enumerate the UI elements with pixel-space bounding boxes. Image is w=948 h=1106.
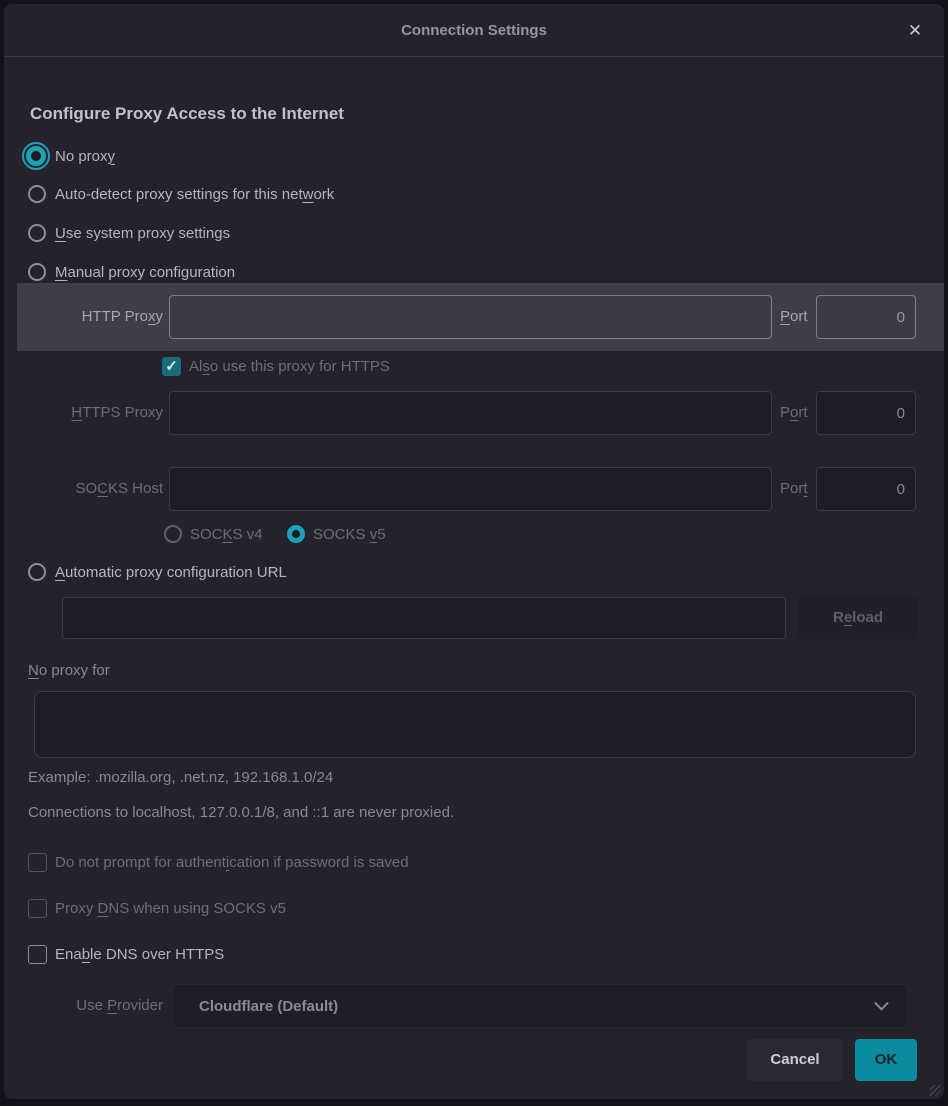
radio-no-proxy-label: No proxy — [55, 148, 115, 165]
page-title: Configure Proxy Access to the Internet — [30, 104, 344, 124]
checkbox-proxy-dns-socks5: Proxy DNS when using SOCKS v5 — [28, 894, 286, 922]
radio-icon — [164, 525, 182, 543]
radio-selected-icon — [26, 146, 46, 166]
radio-auto-config-url-label: Automatic proxy configuration URL — [55, 564, 287, 581]
https-port-input — [816, 391, 916, 435]
checkbox-icon — [28, 853, 47, 872]
checkbox-enable-doh[interactable]: Enable DNS over HTTPS — [28, 940, 224, 968]
no-proxy-for-textarea[interactable] — [34, 691, 916, 758]
no-proxy-for-label: No proxy for — [28, 657, 110, 685]
reload-button: Reload — [798, 597, 918, 639]
radio-manual-label: Manual proxy configuration — [55, 264, 235, 281]
radio-socks-v4: SOCKS v4 — [164, 520, 263, 548]
http-port-label: Port — [780, 303, 808, 331]
provider-dropdown-value: Cloudflare (Default) — [199, 998, 874, 1015]
http-port-input — [816, 295, 916, 339]
checkbox-checked-icon: ✓ — [162, 357, 181, 376]
checkbox-share-proxy-https: ✓ Also use this proxy for HTTPS — [162, 352, 390, 380]
close-icon[interactable]: ✕ — [902, 18, 928, 44]
checkbox-share-proxy-https-label: Also use this proxy for HTTPS — [189, 358, 390, 375]
radio-selected-icon — [287, 525, 305, 543]
checkbox-no-prompt-auth: Do not prompt for authentication if pass… — [28, 848, 409, 876]
radio-use-system[interactable]: Use system proxy settings — [28, 219, 230, 247]
radio-auto-config-url[interactable]: Automatic proxy configuration URL — [28, 558, 287, 586]
radio-icon — [28, 185, 46, 203]
checkbox-no-prompt-auth-label: Do not prompt for authentication if pass… — [55, 854, 409, 871]
dialog-title: Connection Settings — [4, 4, 944, 57]
checkbox-icon — [28, 899, 47, 918]
radio-socks-v5-label: SOCKS v5 — [313, 526, 386, 543]
auto-config-url-input — [62, 597, 786, 639]
checkbox-icon — [28, 945, 47, 964]
checkbox-enable-doh-label: Enable DNS over HTTPS — [55, 946, 224, 963]
use-provider-label: Use Provider — [28, 992, 163, 1020]
http-proxy-input — [169, 295, 772, 339]
never-proxied-hint: Connections to localhost, 127.0.0.1/8, a… — [28, 799, 454, 827]
resize-grip-icon[interactable] — [930, 1085, 941, 1096]
socks-port-input — [816, 467, 916, 511]
socks-host-label: SOCKS Host — [28, 475, 163, 503]
radio-manual[interactable]: Manual proxy configuration — [28, 258, 235, 286]
radio-no-proxy[interactable]: No proxy — [26, 142, 115, 170]
radio-icon — [28, 263, 46, 281]
socks-port-label: Port — [780, 475, 808, 503]
radio-socks-v4-label: SOCKS v4 — [190, 526, 263, 543]
radio-auto-detect-label: Auto-detect proxy settings for this netw… — [55, 186, 334, 203]
https-proxy-label: HTTPS Proxy — [28, 399, 163, 427]
radio-socks-v5: SOCKS v5 — [287, 520, 386, 548]
chevron-down-icon — [874, 998, 889, 1015]
http-proxy-label: HTTP Proxy — [28, 303, 163, 331]
cancel-button[interactable]: Cancel — [747, 1039, 843, 1081]
example-hint: Example: .mozilla.org, .net.nz, 192.168.… — [28, 764, 333, 792]
socks-host-input — [169, 467, 772, 511]
radio-auto-detect[interactable]: Auto-detect proxy settings for this netw… — [28, 180, 334, 208]
radio-use-system-label: Use system proxy settings — [55, 225, 230, 242]
connection-settings-dialog: Connection Settings ✕ Configure Proxy Ac… — [4, 4, 944, 1099]
radio-icon — [28, 563, 46, 581]
checkbox-proxy-dns-socks5-label: Proxy DNS when using SOCKS v5 — [55, 900, 286, 917]
radio-icon — [28, 224, 46, 242]
ok-button[interactable]: OK — [855, 1039, 917, 1081]
dialog-titlebar: Connection Settings ✕ — [4, 4, 944, 57]
https-proxy-input — [169, 391, 772, 435]
https-port-label: Port — [780, 399, 808, 427]
provider-dropdown: Cloudflare (Default) — [172, 984, 908, 1028]
